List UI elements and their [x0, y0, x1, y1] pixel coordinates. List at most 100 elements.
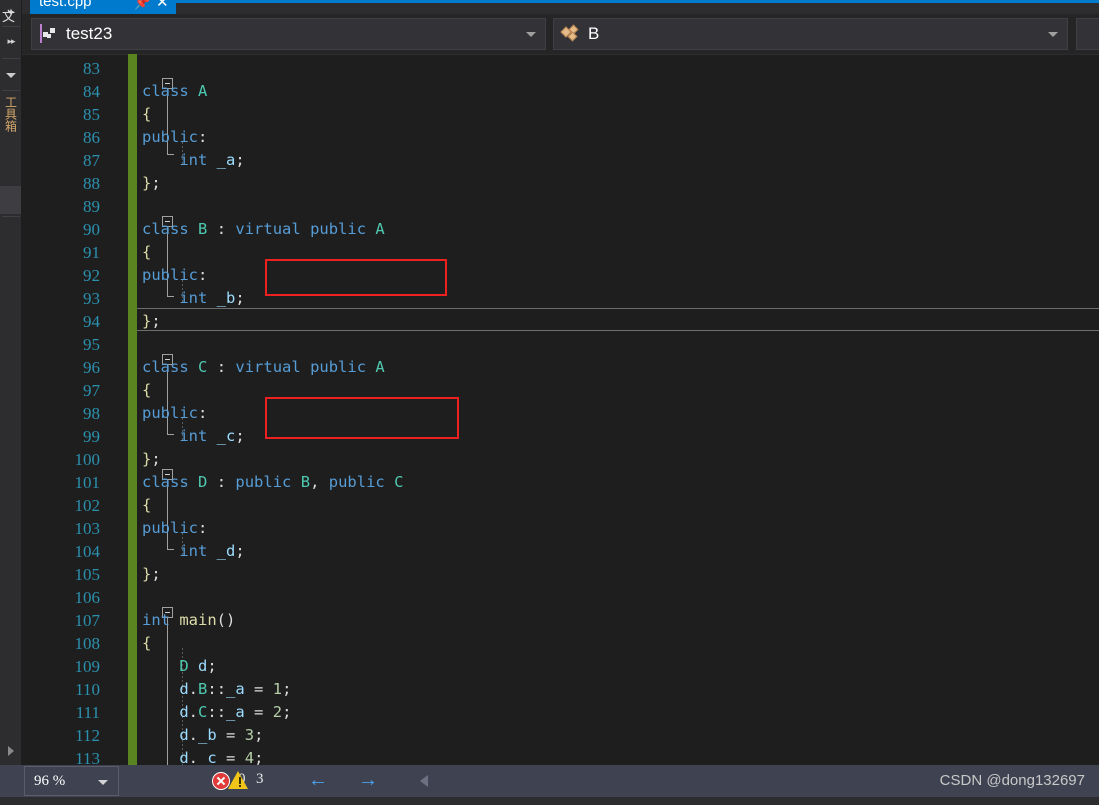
code-line[interactable]: d.C::_a = 2; [142, 701, 291, 724]
arrow-right-icon[interactable]: → [358, 770, 378, 790]
zoom-level-value: 96 % [34, 772, 66, 789]
chevron-down-icon[interactable] [1048, 32, 1058, 37]
line-number: 83 [83, 59, 100, 78]
warning-count: 3 [256, 771, 264, 787]
code-line[interactable]: class A [142, 80, 207, 103]
left-strip-bottom-label: 文 [2, 9, 16, 24]
code-line[interactable]: D d; [142, 655, 216, 678]
chevron-double-right-icon[interactable]: ▸▸ [0, 28, 22, 54]
code-line[interactable]: }; [142, 563, 161, 586]
line-number: 107 [74, 611, 101, 630]
annotation-box-line-90 [265, 259, 447, 296]
line-number: 112 [75, 726, 100, 745]
code-line[interactable]: public: [142, 517, 207, 540]
code-line[interactable]: { [142, 103, 151, 126]
code-line[interactable]: int _c; [142, 425, 244, 448]
line-number: 108 [74, 634, 101, 653]
line-number: 104 [74, 542, 101, 561]
line-number: 85 [83, 105, 100, 124]
code-line[interactable]: class D : public B, public C [142, 471, 403, 494]
line-number: 86 [83, 128, 100, 147]
triangle-left-icon[interactable] [420, 775, 428, 787]
scope-dropdown[interactable]: test23 [31, 18, 546, 50]
line-number: 84 [83, 82, 100, 101]
line-number: 111 [75, 703, 100, 722]
code-line[interactable]: int _b; [142, 287, 244, 310]
line-number: 95 [83, 335, 100, 354]
code-line[interactable]: public: [142, 126, 207, 149]
line-number: 96 [83, 358, 100, 377]
annotation-box-line-96 [265, 397, 459, 439]
code-line[interactable]: int _d; [142, 540, 244, 563]
zoom-level-dropdown[interactable]: 96 % [24, 766, 119, 796]
triangle-right-icon[interactable] [0, 738, 22, 764]
pin-icon[interactable]: 📌 [134, 0, 150, 11]
line-number: 99 [83, 427, 100, 446]
code-text-area[interactable]: 83 84 class A 85 {86 public: 87 int _a; 88}; 89 9… [22, 54, 1099, 765]
warning-icon[interactable] [228, 771, 248, 789]
code-line[interactable]: class C : virtual public A [142, 356, 385, 379]
line-number: 87 [83, 151, 100, 170]
chevron-down-icon[interactable] [98, 780, 108, 785]
warning-exclamation [239, 777, 241, 787]
navigation-bar: test23 B [22, 14, 1099, 54]
code-line[interactable]: }; [142, 310, 161, 333]
code-line[interactable]: d.B::_a = 1; [142, 678, 291, 701]
chevron-down-icon[interactable] [526, 32, 536, 37]
line-number: 90 [83, 220, 100, 239]
member-dropdown[interactable]: B [553, 18, 1068, 50]
vs-editor-window: ✦ ▸▸ 工具箱 文 test.cpp 📌 ✕ test23 B 83 84 c… [0, 0, 1099, 805]
left-strip-active-slot[interactable] [0, 186, 22, 214]
line-number: 97 [83, 381, 100, 400]
status-bar: 96 % 0 3 ← → CSDN @dong132697 [0, 765, 1099, 805]
tab-bar-accent [176, 0, 1099, 3]
line-number: 109 [74, 657, 101, 676]
chevron-down-icon[interactable] [0, 62, 22, 88]
code-line[interactable]: d._c = 4; [142, 747, 263, 765]
line-number: 103 [74, 519, 101, 538]
toolbox-label: 工具箱 [3, 96, 18, 132]
status-bar-inner: 96 % 0 3 ← → CSDN @dong132697 [0, 765, 1099, 797]
line-number: 101 [74, 473, 101, 492]
line-number: 93 [83, 289, 100, 308]
line-number: 100 [74, 450, 101, 469]
toolbox-vertical-label[interactable]: 工具箱 [0, 94, 22, 134]
line-number: 89 [83, 197, 100, 216]
status-bar-bottom-strip [0, 797, 1099, 805]
code-line[interactable]: int main() [142, 609, 235, 632]
tab-test-cpp[interactable]: test.cpp 📌 ✕ [30, 0, 176, 14]
line-number: 105 [74, 565, 101, 584]
tab-bar: test.cpp 📌 ✕ [22, 0, 1099, 14]
code-line[interactable]: { [142, 494, 151, 517]
member-dropdown-value: B [588, 24, 600, 43]
code-line[interactable]: class B : virtual public A [142, 218, 385, 241]
code-line[interactable]: { [142, 379, 151, 402]
close-icon[interactable]: ✕ [156, 0, 169, 11]
code-line[interactable]: int _a; [142, 149, 244, 172]
line-number: 113 [75, 749, 100, 765]
line-number: 102 [74, 496, 101, 515]
tab-label: test.cpp [39, 0, 92, 10]
code-line[interactable]: }; [142, 448, 161, 471]
code-line[interactable]: { [142, 241, 151, 264]
line-number: 94 [83, 312, 100, 331]
class-icon [560, 24, 580, 43]
line-number: 88 [83, 174, 100, 193]
code-line[interactable]: { [142, 632, 151, 655]
namespace-icon [40, 24, 58, 43]
code-line[interactable]: public: [142, 402, 207, 425]
arrow-left-icon[interactable]: ← [308, 770, 328, 790]
overflow-dropdown[interactable] [1076, 18, 1099, 50]
line-number: 106 [74, 588, 101, 607]
code-line[interactable]: }; [142, 172, 161, 195]
scope-dropdown-value: test23 [66, 24, 113, 43]
line-number: 91 [83, 243, 100, 262]
watermark-text: CSDN @dong132697 [939, 772, 1085, 789]
left-tool-strip: ✦ ▸▸ 工具箱 [0, 0, 22, 779]
code-editor[interactable]: 83 84 class A 85 {86 public: 87 int _a; 88}; 89 9… [22, 54, 1099, 765]
code-line[interactable]: public: [142, 264, 207, 287]
line-number: 110 [75, 680, 100, 699]
line-number: 98 [83, 404, 100, 423]
line-number: 92 [83, 266, 100, 285]
code-line[interactable]: d._b = 3; [142, 724, 263, 747]
